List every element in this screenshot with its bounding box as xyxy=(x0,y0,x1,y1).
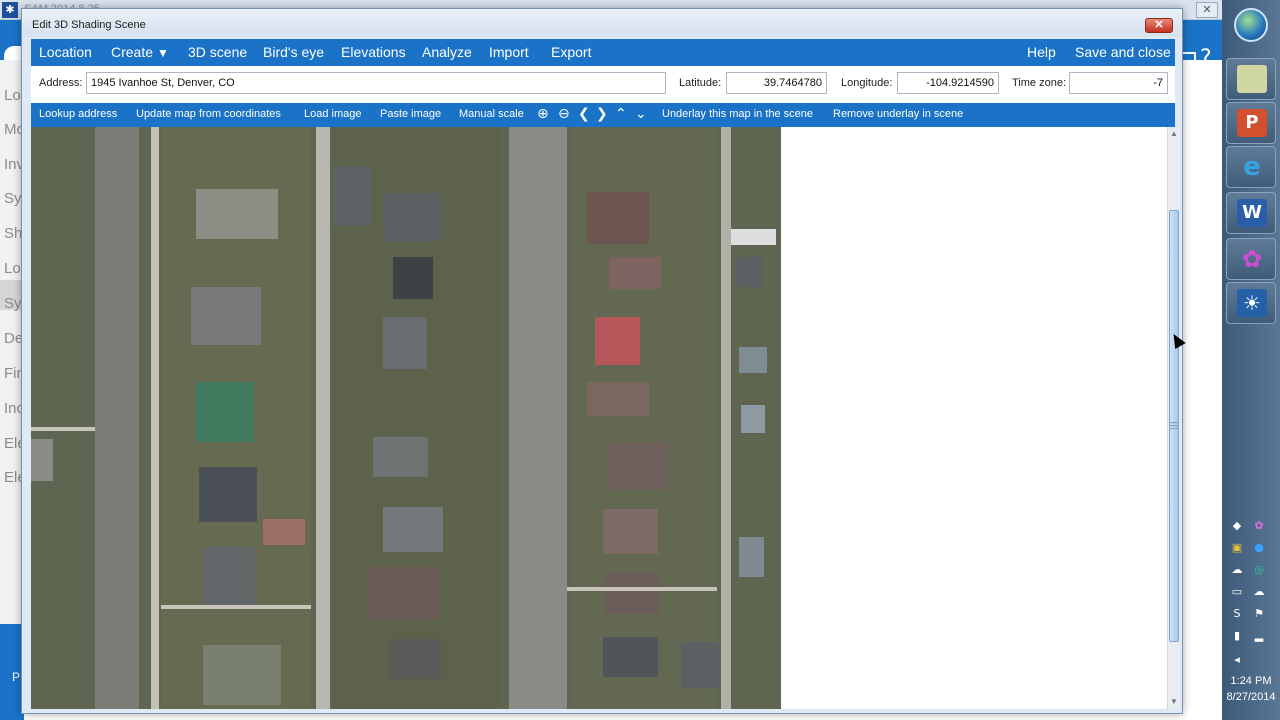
tray-battery-icon[interactable]: ▮ xyxy=(1230,629,1244,643)
taskbar-powerpoint-button[interactable]: P xyxy=(1226,102,1276,144)
pan-left-icon[interactable]: ❮ xyxy=(578,105,590,123)
tray-cloud-icon[interactable]: ☁ xyxy=(1252,585,1266,599)
aerial-map-image[interactable] xyxy=(31,127,781,709)
menu-3d-scene[interactable]: 3D scene xyxy=(188,44,247,60)
powerpoint-icon: P xyxy=(1237,109,1267,137)
menu-analyze[interactable]: Analyze xyxy=(422,44,472,60)
zoom-out-icon[interactable]: ⊖ xyxy=(558,105,570,123)
folder-icon xyxy=(1237,65,1267,93)
map-canvas-area[interactable]: ▲ — — — ▼ xyxy=(31,127,1180,709)
dialog-titlebar[interactable]: Edit 3D Shading Scene ✕ xyxy=(22,9,1182,37)
tray-s-icon[interactable]: S xyxy=(1230,607,1244,621)
pan-down-icon[interactable]: ⌄ xyxy=(635,105,647,123)
tray-monitor-icon[interactable]: ▭ xyxy=(1230,585,1244,599)
lookup-address-button[interactable]: Lookup address xyxy=(39,108,117,120)
longitude-field[interactable]: -104.9214590 xyxy=(897,72,999,94)
sidebar-item[interactable]: Lo xyxy=(4,87,21,104)
underlay-map-button[interactable]: Underlay this map in the scene xyxy=(662,108,813,120)
map-toolbar: Lookup address Update map from coordinat… xyxy=(31,103,1175,127)
taskbar-flower-app-button[interactable]: ✿ xyxy=(1226,238,1276,280)
address-label: Address: xyxy=(39,77,83,89)
background-close-button[interactable]: ✕ xyxy=(1196,2,1218,18)
tray-flag-icon[interactable]: ⚑ xyxy=(1252,607,1266,621)
taskbar-word-button[interactable]: W xyxy=(1226,192,1276,234)
menu-create[interactable]: Create ▼ xyxy=(111,44,169,60)
update-map-button[interactable]: Update map from coordinates xyxy=(136,108,281,120)
load-image-button[interactable]: Load image xyxy=(304,108,362,120)
tray-network-icon[interactable]: ☁ xyxy=(1230,563,1244,577)
scroll-down-arrow-icon[interactable]: ▼ xyxy=(1168,695,1180,709)
start-button[interactable] xyxy=(1234,8,1268,42)
longitude-label: Longitude: xyxy=(841,77,893,89)
menu-location[interactable]: Location xyxy=(39,44,92,60)
menu-import[interactable]: Import xyxy=(489,44,529,60)
pan-right-icon[interactable]: ❯ xyxy=(596,105,608,123)
dialog-menubar: Location Create ▼ 3D scene Bird's eye Ele… xyxy=(31,39,1175,66)
edit-3d-shading-scene-dialog: Edit 3D Shading Scene ✕ Location Create ▼… xyxy=(21,8,1183,714)
taskbar-folder-button[interactable] xyxy=(1226,58,1276,100)
sun-icon: ☀ xyxy=(1237,289,1267,317)
internet-explorer-icon: e xyxy=(1243,152,1261,182)
scrollbar-thumb[interactable]: — — — xyxy=(1169,210,1179,642)
paste-image-button[interactable]: Paste image xyxy=(380,108,441,120)
taskbar-internet-explorer-button[interactable]: e xyxy=(1226,146,1276,188)
remove-underlay-button[interactable]: Remove underlay in scene xyxy=(833,108,963,120)
dialog-title: Edit 3D Shading Scene xyxy=(32,19,146,31)
word-icon: W xyxy=(1237,199,1267,227)
menu-create-label: Create xyxy=(111,44,154,60)
latitude-label: Latitude: xyxy=(679,77,722,89)
time-zone-label: Time zone: xyxy=(1012,77,1067,89)
menu-export[interactable]: Export xyxy=(551,44,591,60)
windows-taskbar: P e W ✿ ☀ ◆ ✿ ▣ ● ☁ ◎ ▭ ☁ S ⚑ ▮ ▂ ◂ 1:24… xyxy=(1222,0,1280,720)
aerial-map-svg xyxy=(31,127,781,709)
app-logo-icon: ✱ xyxy=(2,2,18,18)
tray-refresh-icon[interactable]: ◎ xyxy=(1252,563,1266,577)
save-and-close-button[interactable]: Save and close xyxy=(1075,44,1171,60)
scrollbar-grip-icon: — — — xyxy=(1170,418,1178,433)
address-field[interactable]: 1945 Ivanhoe St, Denver, CO xyxy=(86,72,666,94)
tray-signal-icon[interactable]: ▂ xyxy=(1252,629,1266,643)
vertical-scrollbar[interactable]: ▲ — — — ▼ xyxy=(1167,127,1180,709)
location-fields-row: Address: 1945 Ivanhoe St, Denver, CO Lat… xyxy=(31,66,1175,103)
help-icon[interactable]: ? xyxy=(1200,46,1212,71)
tray-lock-icon[interactable]: ▣ xyxy=(1230,541,1244,555)
sidebar-footer-label: P xyxy=(12,670,21,684)
tray-globe-icon[interactable]: ● xyxy=(1252,541,1266,555)
menu-help[interactable]: Help xyxy=(1027,44,1056,60)
taskbar-sun-app-button[interactable]: ☀ xyxy=(1226,282,1276,324)
time-zone-field[interactable]: -7 xyxy=(1069,72,1168,94)
clock-time[interactable]: 1:24 PM xyxy=(1222,675,1280,687)
sidebar-item[interactable]: Lo xyxy=(4,260,21,277)
tray-flower-icon[interactable]: ✿ xyxy=(1252,519,1266,533)
chevron-down-icon: ▼ xyxy=(157,46,169,60)
clock-date[interactable]: 8/27/2014 xyxy=(1222,691,1280,703)
scroll-up-arrow-icon[interactable]: ▲ xyxy=(1168,127,1180,141)
manual-scale-button[interactable]: Manual scale xyxy=(459,108,524,120)
latitude-field[interactable]: 39.7464780 xyxy=(726,72,827,94)
pan-up-icon[interactable]: ⌃ xyxy=(615,105,627,123)
menu-birds-eye[interactable]: Bird's eye xyxy=(263,44,324,60)
flower-icon: ✿ xyxy=(1241,245,1263,273)
menu-elevations[interactable]: Elevations xyxy=(341,44,406,60)
tray-volume-icon[interactable]: ◂ xyxy=(1230,653,1244,667)
tray-shield-icon[interactable]: ◆ xyxy=(1230,519,1244,533)
dialog-close-button[interactable]: ✕ xyxy=(1145,18,1173,33)
zoom-in-icon[interactable]: ⊕ xyxy=(537,105,549,123)
